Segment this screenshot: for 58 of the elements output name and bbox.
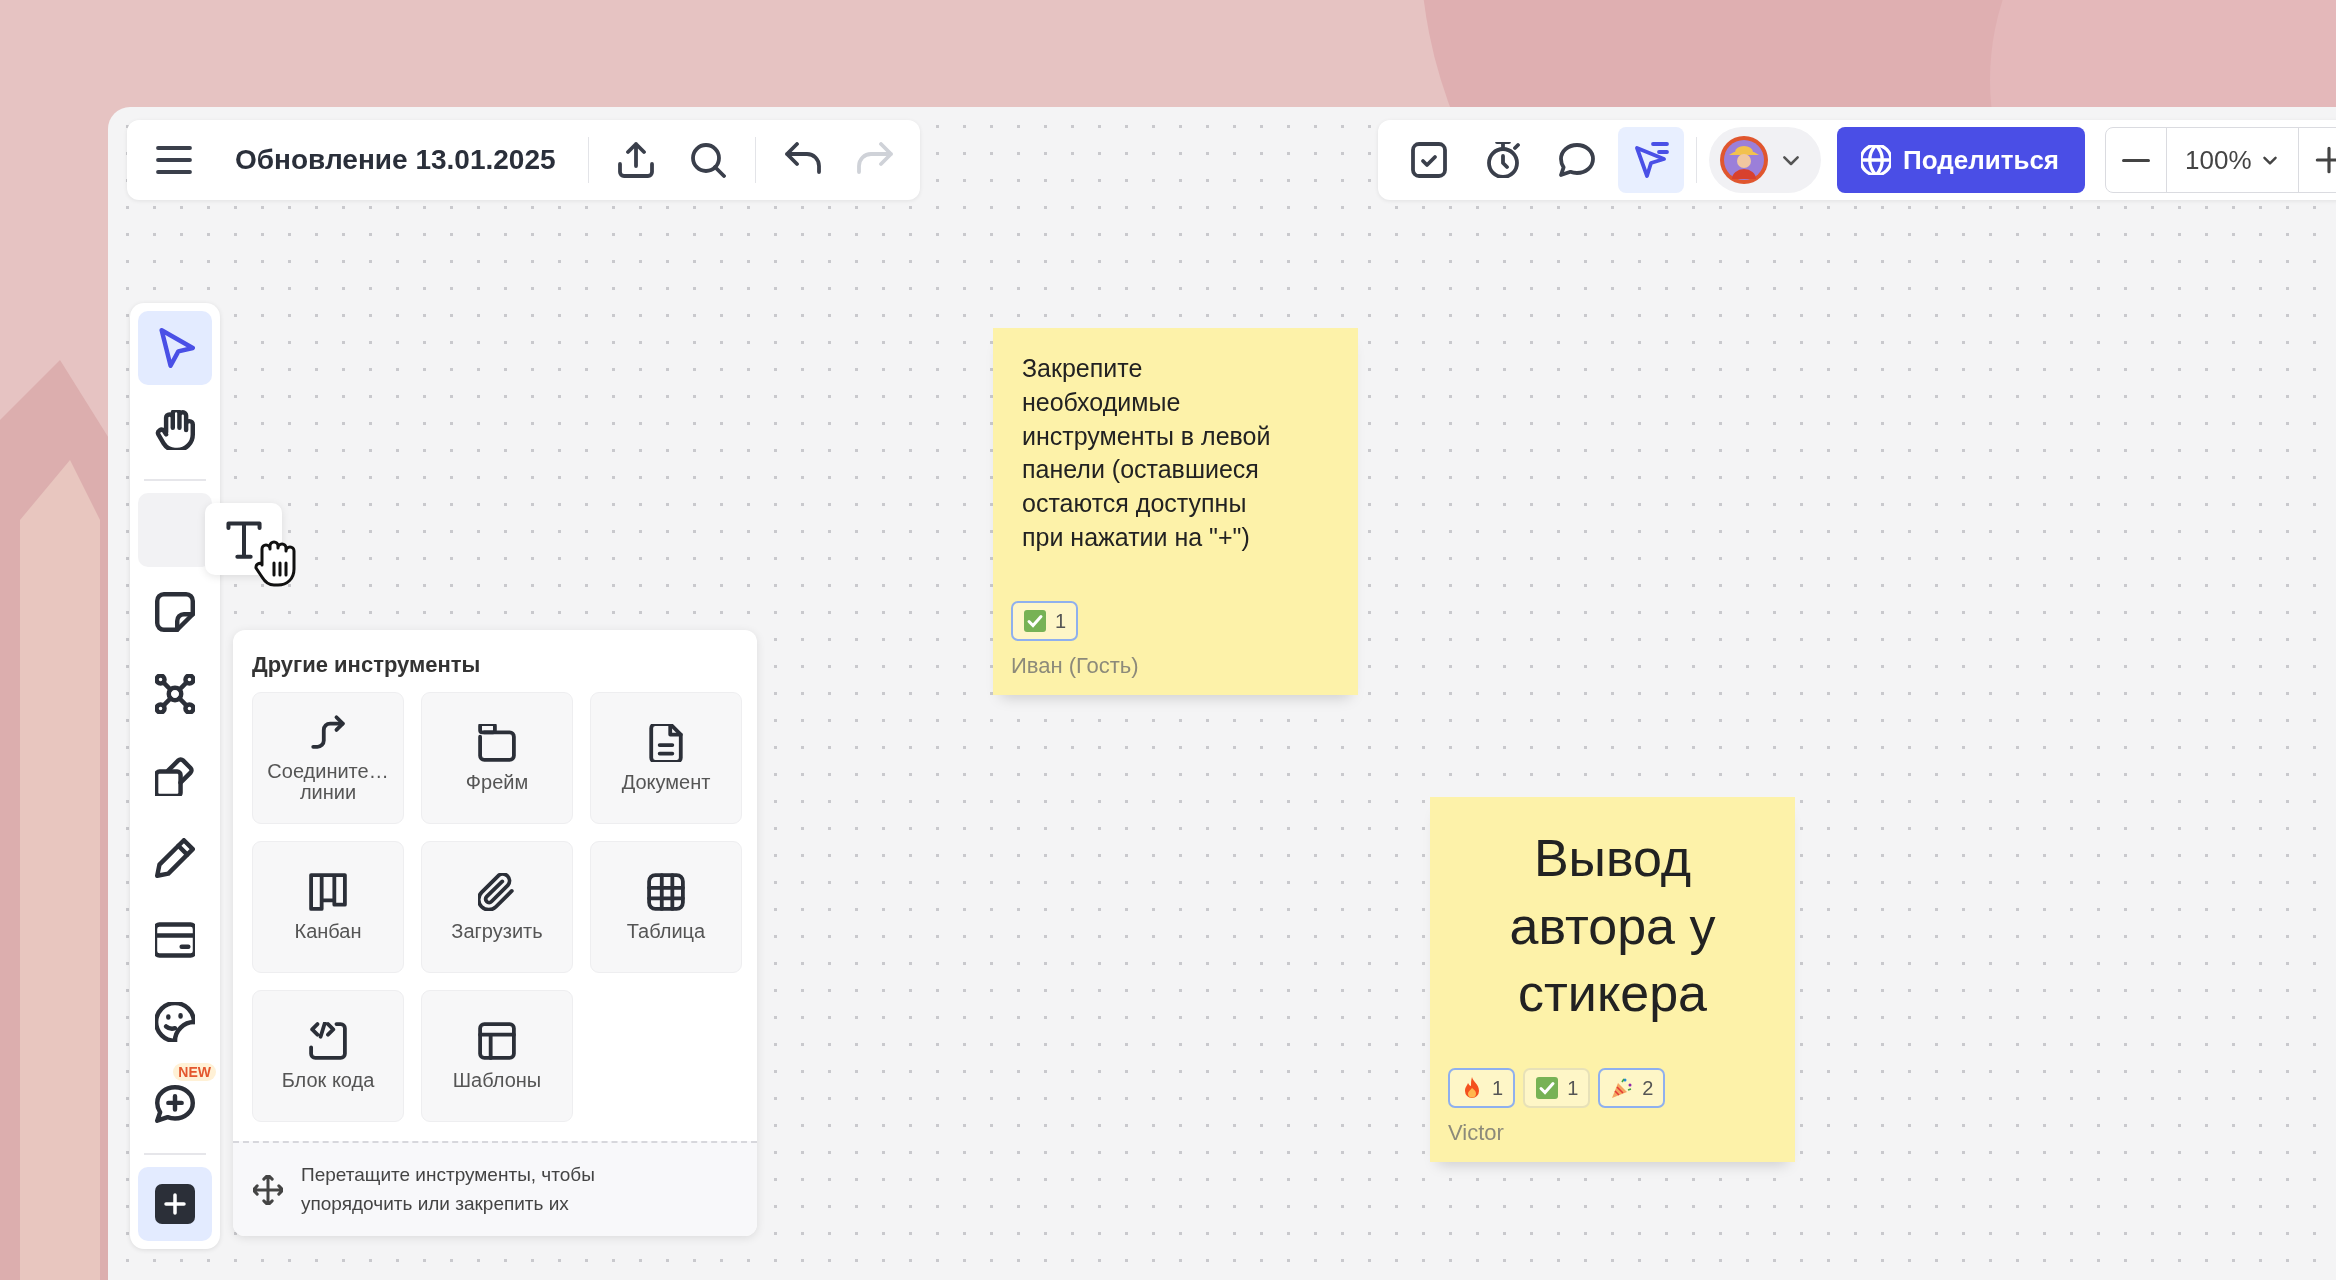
add-tool-button[interactable] <box>138 1167 212 1241</box>
frame-icon <box>478 723 516 762</box>
shapes-icon <box>155 756 195 796</box>
sticky-author: Иван (Гость) <box>1011 653 1140 679</box>
tool-tile[interactable]: Таблица <box>590 841 742 973</box>
text-icon <box>223 519 264 559</box>
new-badge: NEW <box>173 1063 216 1081</box>
sticky-author: Victor <box>1448 1120 1505 1146</box>
search-icon <box>689 142 726 178</box>
board-title: Обновление 13.01.2025 <box>235 144 556 176</box>
tool-tile[interactable]: Загрузить <box>421 841 573 973</box>
card-icon <box>155 920 195 960</box>
plus-icon <box>2313 145 2336 175</box>
tool-tile[interactable]: Фрейм <box>421 692 573 824</box>
template-icon <box>478 1021 516 1060</box>
tool-tile[interactable]: Документ <box>590 692 742 824</box>
reaction-chip[interactable]: 1 <box>1523 1068 1591 1108</box>
stopwatch-icon <box>1485 142 1521 178</box>
comment-plus-icon <box>155 1084 195 1124</box>
globe-icon <box>1861 145 1891 175</box>
mind-map-icon <box>155 674 195 714</box>
share-button[interactable]: Поделиться <box>1837 127 2086 193</box>
kanban-icon <box>309 872 347 911</box>
checkbox-icon <box>1411 142 1447 178</box>
move-icon <box>253 1174 283 1205</box>
table-icon <box>647 872 685 911</box>
hint-text: Перетащите инструменты, чтобы упорядочить или закрепить их <box>301 1163 595 1216</box>
zoom-level-dropdown[interactable]: 100% <box>2166 128 2299 192</box>
plus-icon <box>155 1184 195 1224</box>
code-icon <box>309 1021 347 1060</box>
tool-tile[interactable]: Шаблоны <box>421 990 573 1122</box>
check-mark-icon <box>1023 609 1047 633</box>
paperclip-icon <box>478 872 516 911</box>
curved-arrow-icon <box>309 713 347 751</box>
sticky-text: Закрепите необходимые инструменты в левой панели (оставшиеся остаются доступны при нажатии на "+") <box>1021 353 1272 553</box>
avatar <box>1719 135 1769 185</box>
reaction-chip[interactable]: 1 <box>1448 1068 1516 1108</box>
reaction-chip[interactable]: 1 <box>1011 601 1079 641</box>
tool-tile[interactable]: Канбан <box>252 841 404 973</box>
document-icon <box>647 723 685 762</box>
select-tool-button[interactable] <box>138 311 212 385</box>
pencil-icon <box>155 838 195 878</box>
speech-bubble-icon <box>1559 142 1595 178</box>
sticky-note[interactable]: Вывод автора у стикера 1 1 2 Victor <box>1430 797 1795 1162</box>
minus-icon <box>2122 158 2151 162</box>
panel-title: Другие инструменты <box>251 651 482 679</box>
sticky-note-icon <box>155 592 195 632</box>
tool-tile[interactable]: Соедините… линии <box>252 692 404 824</box>
tool-tile[interactable]: Блок кода <box>252 990 404 1122</box>
sticker-icon <box>155 1002 195 1042</box>
sticky-note[interactable]: Закрепите необходимые инструменты в левой панели (оставшиеся остаются доступны при нажатии на "+") 1 Иван (Гость) <box>993 328 1358 695</box>
reaction-chip[interactable]: 2 <box>1598 1068 1666 1108</box>
check-mark-icon <box>1535 1076 1560 1100</box>
cursor-icon <box>1633 142 1669 178</box>
upload-icon <box>617 142 654 178</box>
hand-icon <box>155 410 195 450</box>
presentation-button[interactable] <box>1618 127 1684 193</box>
sticky-text: Вывод автора у стикера <box>1508 828 1717 1025</box>
